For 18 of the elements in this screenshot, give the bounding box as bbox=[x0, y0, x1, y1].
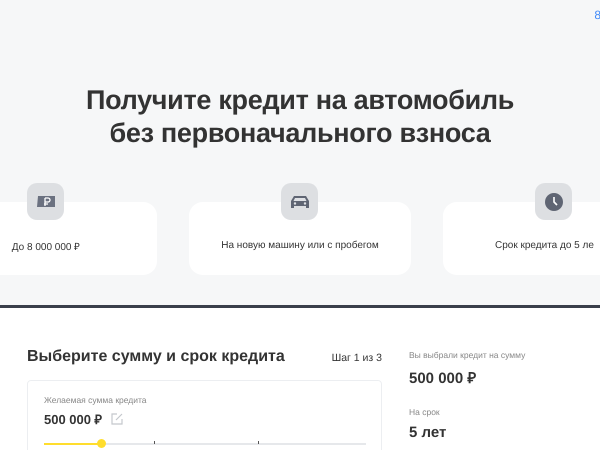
page-title: Получите кредит на автомобиль без первоначального взноса bbox=[84, 84, 516, 150]
section-title: Выберите сумму и срок кредита bbox=[27, 348, 285, 366]
edit-icon[interactable] bbox=[110, 413, 123, 425]
field-label: Желаемая сумма кредита bbox=[44, 395, 148, 405]
amount-value[interactable]: 500 000 ₽ bbox=[44, 410, 103, 428]
feature-text: До 8 000 000 ₽ bbox=[12, 240, 80, 252]
clock-icon bbox=[544, 192, 564, 212]
amount-slider[interactable] bbox=[44, 439, 366, 448]
banknote-icon bbox=[36, 194, 56, 208]
summary-label: На срок bbox=[409, 407, 441, 417]
step-indicator: Шаг 1 из 3 bbox=[332, 352, 382, 364]
summary-amount: 500 000 ₽ bbox=[409, 369, 478, 387]
feature-text: На новую машину или с пробегом bbox=[221, 240, 379, 251]
slider-thumb[interactable] bbox=[97, 439, 106, 448]
summary-term: 5 лет bbox=[409, 424, 448, 441]
feature-text: Срок кредита до 5 ле bbox=[495, 240, 594, 251]
summary-label: Вы выбрали кредит на сумму bbox=[409, 350, 526, 360]
car-icon bbox=[290, 194, 310, 208]
